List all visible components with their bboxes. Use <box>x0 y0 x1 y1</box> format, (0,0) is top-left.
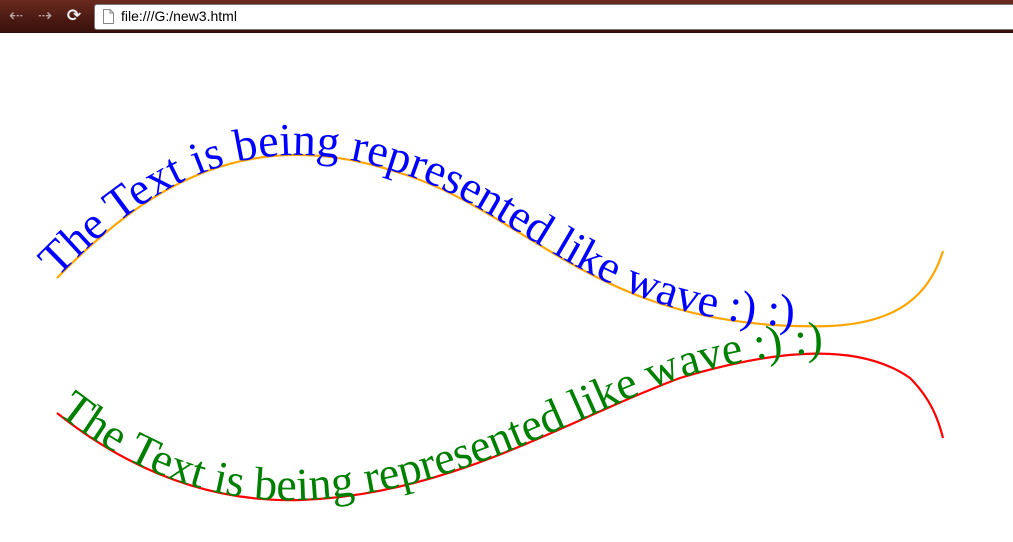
url-text: file:///G:/new3.html <box>121 8 237 24</box>
wave-text-green-path: The Text is being represented like wave … <box>51 313 823 511</box>
wave-text-green: The Text is being represented like wave … <box>51 313 823 511</box>
address-bar[interactable]: file:///G:/new3.html <box>94 4 1013 30</box>
reload-icon[interactable]: ⟳ <box>63 5 85 27</box>
back-arrow-icon[interactable]: ⇠ <box>5 5 27 27</box>
wave-canvas: The Text is being represented like wave … <box>28 114 945 511</box>
page-icon <box>103 9 114 24</box>
browser-toolbar: ⇠ ⇢ ⟳ file:///G:/new3.html <box>0 0 1013 33</box>
forward-arrow-icon[interactable]: ⇢ <box>34 5 56 27</box>
wave-text-blue: The Text is being represented like wave … <box>28 114 796 336</box>
wave-text-blue-path: The Text is being represented like wave … <box>28 114 796 336</box>
page-content: The Text is being represented like wave … <box>0 33 1013 537</box>
